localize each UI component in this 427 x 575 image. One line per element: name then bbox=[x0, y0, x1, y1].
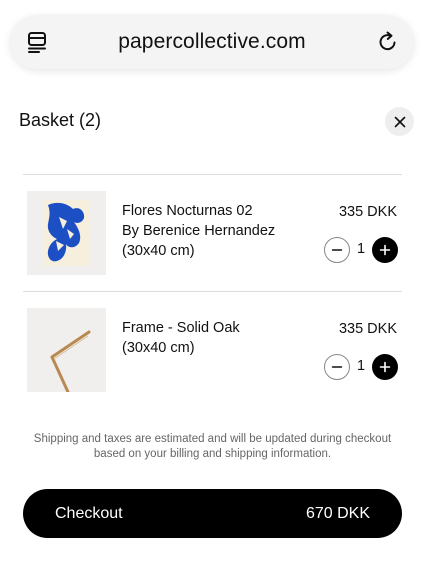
divider bbox=[23, 174, 402, 175]
cart-item-details: Frame - Solid Oak (30x40 cm) bbox=[122, 318, 240, 358]
product-size: (30x40 cm) bbox=[122, 243, 195, 259]
plus-icon bbox=[379, 244, 391, 256]
checkout-button[interactable]: Checkout 670 DKK bbox=[23, 489, 402, 538]
divider bbox=[23, 291, 402, 292]
product-thumbnail-frame[interactable] bbox=[27, 308, 106, 392]
url-text[interactable]: papercollective.com bbox=[118, 30, 306, 54]
tabs-icon[interactable] bbox=[26, 30, 50, 54]
product-size: (30x40 cm) bbox=[122, 340, 195, 356]
close-icon bbox=[394, 116, 405, 127]
checkout-label: Checkout bbox=[55, 505, 123, 522]
cart-item-details: Flores Nocturnas 02 By Berenice Hernande… bbox=[122, 201, 275, 261]
plus-icon bbox=[379, 361, 391, 373]
basket-title: Basket (2) bbox=[19, 110, 102, 130]
product-thumbnail-print[interactable] bbox=[27, 191, 106, 275]
decrease-quantity-button[interactable] bbox=[324, 354, 350, 380]
quantity-value: 1 bbox=[356, 241, 366, 257]
shipping-note: Shipping and taxes are estimated and wil… bbox=[33, 433, 392, 460]
increase-quantity-button[interactable] bbox=[372, 237, 398, 263]
close-basket-button[interactable] bbox=[385, 107, 414, 136]
quantity-stepper: 1 bbox=[324, 237, 399, 263]
quantity-value: 1 bbox=[356, 358, 366, 374]
product-artist: By Berenice Hernandez bbox=[122, 223, 276, 239]
minus-icon bbox=[331, 249, 343, 251]
checkout-total: 670 DKK bbox=[305, 505, 370, 522]
decrease-quantity-button[interactable] bbox=[324, 237, 350, 263]
minus-icon bbox=[331, 366, 343, 368]
product-price: 335 DKK bbox=[338, 204, 397, 220]
product-name[interactable]: Flores Nocturnas 02 bbox=[122, 201, 275, 221]
increase-quantity-button[interactable] bbox=[372, 354, 398, 380]
product-name[interactable]: Frame - Solid Oak bbox=[122, 318, 240, 338]
product-price: 335 DKK bbox=[338, 321, 397, 337]
quantity-stepper: 1 bbox=[324, 354, 399, 380]
reload-icon[interactable] bbox=[376, 30, 400, 54]
browser-url-bar[interactable]: papercollective.com bbox=[10, 15, 414, 69]
